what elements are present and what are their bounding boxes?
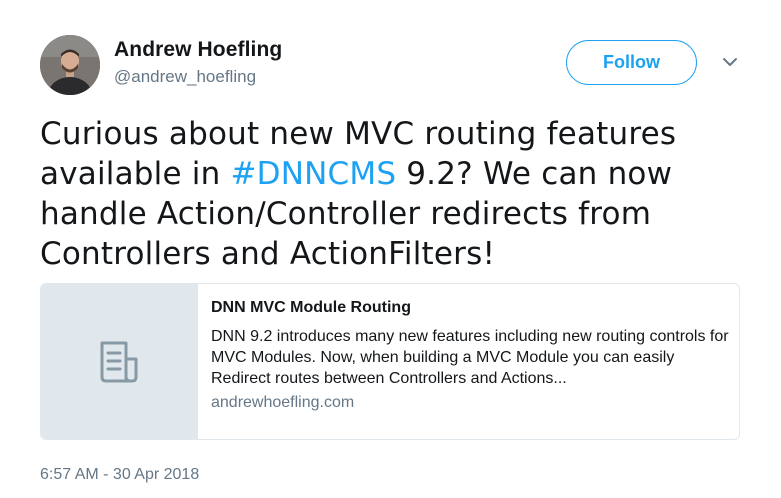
card-title: DNN MVC Module Routing xyxy=(211,299,411,316)
link-card[interactable]: DNN MVC Module Routing DNN 9.2 introduce… xyxy=(40,283,740,440)
user-handle[interactable]: @andrew_hoefling xyxy=(114,67,256,87)
hashtag-link[interactable]: #DNNCMS xyxy=(231,156,397,192)
card-thumbnail xyxy=(41,284,198,439)
profile-photo-icon xyxy=(40,35,100,95)
card-description: DNN 9.2 introduces many new features inc… xyxy=(211,328,729,387)
avatar[interactable] xyxy=(40,35,100,95)
timestamp[interactable]: 6:57 AM - 30 Apr 2018 xyxy=(40,466,199,484)
card-domain: andrewhoefling.com xyxy=(211,394,355,411)
display-name[interactable]: Andrew Hoefling xyxy=(114,38,282,62)
tweet-text: Curious about new MVC routing features a… xyxy=(40,114,740,274)
card-body: DNN MVC Module Routing DNN 9.2 introduce… xyxy=(198,284,729,439)
document-icon xyxy=(100,341,138,382)
chevron-down-icon[interactable] xyxy=(720,54,740,70)
follow-button[interactable]: Follow xyxy=(566,40,697,85)
